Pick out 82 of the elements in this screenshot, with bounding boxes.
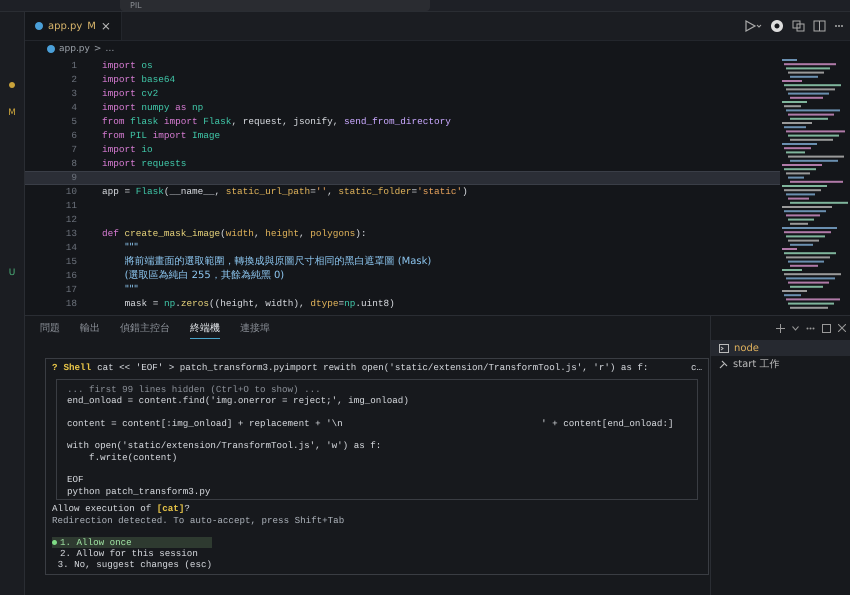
code-line: f.write(content) [88, 452, 178, 464]
line-number: 15 [64, 255, 78, 269]
more-icon[interactable] [834, 24, 844, 28]
code-line: import base64 [102, 73, 176, 87]
line-number: 13 [64, 227, 78, 241]
tab-title: app.py [48, 20, 82, 32]
close-icon[interactable]: × [100, 19, 111, 33]
git-status-label: U [8, 268, 16, 278]
panel-tab[interactable]: 偵錯主控台 [120, 318, 170, 338]
line-number: 9 [70, 171, 78, 185]
line-number: 10 [64, 185, 78, 199]
search-field[interactable]: PIL [120, 0, 430, 11]
python-file-icon [35, 22, 43, 30]
line-number: 18 [64, 297, 78, 311]
breadcrumb-item[interactable]: app.py [59, 44, 90, 54]
add-icon[interactable] [776, 324, 785, 332]
prompt-note: Redirection detected. To auto-accept, press Shift+Tab [52, 514, 346, 527]
tools-icon [719, 360, 728, 368]
line-number: 6 [70, 129, 78, 143]
code-line: """ [124, 241, 138, 255]
breadcrumb-item[interactable]: … [105, 44, 114, 54]
more-icon[interactable] [806, 326, 815, 330]
line-number: 2 [70, 73, 78, 87]
line-number: 7 [70, 143, 78, 157]
maximize-icon[interactable] [822, 324, 831, 332]
line-number: 5 [70, 115, 78, 129]
line-number: 14 [64, 241, 78, 255]
compare-icon[interactable] [792, 20, 805, 32]
minimap-drawing[interactable] [780, 57, 850, 312]
code-line: (選取區為純白 255，其餘為純黑 0) [124, 269, 284, 283]
panel-tab[interactable]: 連接埠 [240, 318, 270, 338]
code-line: """ [124, 283, 138, 297]
truncated-text: c… [690, 361, 702, 375]
line-number: 17 [64, 283, 78, 297]
code-line: app = Flask(__name__, static_url_path='', static_folder='static') [102, 185, 468, 199]
line-number: 12 [64, 213, 78, 227]
git-status-label: M [8, 108, 16, 118]
terminal-icon [719, 344, 729, 352]
question-mark: ? [52, 361, 58, 375]
python-file-icon [47, 45, 55, 53]
code-line: from PIL import Image [102, 129, 220, 143]
panel-tab[interactable]: 終端機 [190, 318, 220, 338]
code-line: EOF [67, 474, 85, 486]
line-number: 3 [70, 87, 78, 101]
panel-tab[interactable]: 輸出 [80, 318, 100, 338]
modified-label: M [87, 20, 96, 32]
hidden-lines-note: ... first 99 lines hidden (Ctrl+O to show) ... [67, 384, 322, 396]
caret-icon[interactable] [792, 326, 799, 330]
line-number: 1 [70, 59, 78, 73]
code-line: import cv2 [102, 87, 158, 101]
line-number: 16 [64, 269, 78, 283]
code-line: from flask import Flask, request, jsonify, send_from_directory [102, 115, 451, 129]
command-text: cat << 'EOF' > patch_transform3.pyimport rewith open('static/extension/TransformTool.js', 'r') as f: [97, 361, 648, 375]
terminal-item[interactable]: node [711, 340, 850, 356]
run-icon[interactable] [744, 20, 762, 32]
code-line: with open('static/extension/TransformTool.js', 'w') as f: [67, 440, 382, 452]
code-line: mask = np.zeros((height, width), dtype=np.uint8) [124, 297, 395, 311]
code-line: import numpy as np [102, 101, 204, 115]
line-number: 4 [70, 101, 78, 115]
code-line: 將前端畫面的選取範圍，轉換成與原圖尺寸相同的黑白遮罩圖 (Mask) [124, 255, 432, 269]
code-line: import io [102, 143, 153, 157]
terminal-item[interactable]: start 工作 [711, 356, 850, 372]
split-editor-icon[interactable] [813, 20, 826, 32]
code-line: import requests [102, 157, 186, 171]
close-icon[interactable] [838, 324, 846, 332]
code-line: content = content[:img_onload] + replacement + '\n ' + content[end_onload:] [67, 418, 674, 430]
selection-dot-icon [52, 540, 57, 545]
tool-name: Shell [64, 361, 92, 375]
panel-tab[interactable]: 問題 [40, 318, 60, 338]
code-line: python patch_transform3.py [67, 486, 212, 497]
breadcrumb-separator: > [94, 44, 102, 54]
prompt-option[interactable]: 3. No, suggest changes (esc) [52, 558, 212, 570]
line-number: 8 [70, 157, 78, 171]
code-line: end_onload = content.find('img.onerror = reject;', img_onload) [67, 395, 410, 407]
code-line: import os [102, 59, 153, 73]
prompt-option[interactable]: 1. Allow once [52, 536, 212, 548]
code-line: def create_mask_image(width, height, polygons): [102, 227, 367, 241]
status-dot-icon [9, 82, 15, 88]
line-number: 11 [64, 199, 78, 213]
prompt-question: Allow execution of [cat]? [52, 502, 191, 515]
editor-tab[interactable]: app.py M × [25, 12, 122, 40]
prompt-option[interactable]: 2. Allow for this session [52, 548, 212, 559]
